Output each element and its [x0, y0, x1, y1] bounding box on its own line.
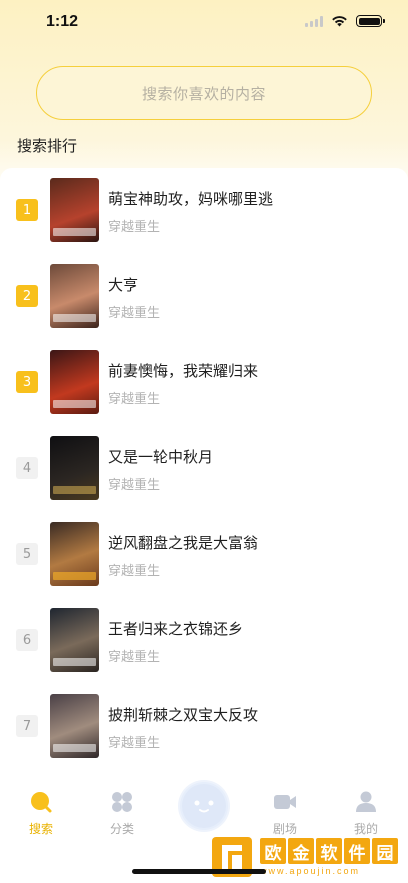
drama-title: 大亨 — [108, 276, 139, 294]
rank-badge: 4 — [16, 457, 38, 479]
drama-cover-image[interactable] — [50, 178, 99, 242]
home-indicator[interactable] — [132, 869, 266, 874]
watermark-chars: 欧 金 软 件 园 — [260, 838, 398, 864]
ranking-item[interactable]: 4 又是一轮中秋月 穿越重生 — [0, 436, 408, 502]
drama-cover-image[interactable] — [50, 522, 99, 586]
ranking-item[interactable]: 2 大亨 穿越重生 — [0, 264, 408, 330]
drama-genre-tag: 穿越重生 — [108, 392, 161, 407]
ranking-item[interactable]: 1 萌宝神助攻，妈咪哪里逃 穿越重生 — [0, 178, 408, 244]
rank-badge: 3 — [16, 371, 38, 393]
status-icons — [305, 15, 385, 27]
center-mascot-button[interactable] — [180, 782, 228, 830]
drama-genre-tag: 穿越重生 — [108, 306, 161, 321]
ranking-list: 1 萌宝神助攻，妈咪哪里逃 穿越重生 2 大亨 穿越重生 3 前妻懊悔，我荣耀归… — [0, 168, 408, 778]
drama-cover-image[interactable] — [50, 694, 99, 758]
user-profile-icon — [354, 790, 378, 814]
watermark-char: 欧 — [260, 838, 286, 864]
drama-cover-image[interactable] — [50, 264, 99, 328]
drama-genre-tag: 穿越重生 — [108, 478, 161, 493]
drama-title: 又是一轮中秋月 — [108, 448, 214, 466]
search-tab-icon — [29, 790, 53, 814]
drama-title: 前妻懊悔，我荣耀归来 — [108, 362, 259, 380]
drama-genre-tag: 穿越重生 — [108, 564, 161, 579]
cellular-signal-icon — [305, 15, 323, 27]
tab-search-label: 搜索 — [28, 822, 53, 836]
drama-title: 逆风翻盘之我是大富翁 — [108, 534, 259, 552]
watermark-text: 欧 金 软 件 园 www.apoujin.com — [260, 838, 398, 876]
search-placeholder: 搜索你喜欢的内容 — [141, 84, 266, 103]
mascot-face-icon — [182, 784, 226, 828]
tab-search[interactable]: 搜索 — [11, 790, 71, 842]
battery-icon — [356, 15, 385, 27]
drama-title: 披荆斩棘之双宝大反攻 — [108, 706, 259, 724]
watermark-char: 软 — [316, 838, 342, 864]
drama-genre-tag: 穿越重生 — [108, 220, 161, 235]
ranking-item[interactable]: 5 逆风翻盘之我是大富翁 穿越重生 — [0, 522, 408, 588]
drama-genre-tag: 穿越重生 — [108, 650, 161, 665]
category-grid-icon — [110, 790, 134, 814]
drama-title: 王者归来之衣锦还乡 — [108, 620, 244, 638]
ranking-item[interactable]: 3 前妻懊悔，我荣耀归来 穿越重生 — [0, 350, 408, 416]
drama-title: 萌宝神助攻，妈咪哪里逃 — [108, 190, 274, 208]
rank-badge: 5 — [16, 543, 38, 565]
rank-badge: 7 — [16, 715, 38, 737]
section-title: 搜索排行 — [17, 137, 78, 155]
ranking-item[interactable]: 6 王者归来之衣锦还乡 穿越重生 — [0, 608, 408, 674]
drama-cover-image[interactable] — [50, 436, 99, 500]
drama-cover-image[interactable] — [50, 608, 99, 672]
status-bar: 1:12 — [0, 0, 408, 44]
rank-badge: 6 — [16, 629, 38, 651]
tab-category-label: 分类 — [109, 822, 134, 836]
watermark-url: www.apoujin.com — [260, 866, 361, 876]
rank-badge: 1 — [16, 199, 38, 221]
search-input[interactable]: 搜索你喜欢的内容 — [36, 66, 372, 120]
rank-badge: 2 — [16, 285, 38, 307]
watermark-char: 件 — [344, 838, 370, 864]
video-camera-icon — [273, 790, 297, 814]
watermark-char: 园 — [372, 838, 398, 864]
watermark-char: 金 — [288, 838, 314, 864]
status-time: 1:12 — [46, 13, 79, 30]
drama-genre-tag: 穿越重生 — [108, 736, 161, 751]
tab-category[interactable]: 分类 — [92, 790, 152, 842]
ranking-item[interactable]: 7 披荆斩棘之双宝大反攻 穿越重生 — [0, 694, 408, 760]
drama-cover-image[interactable] — [50, 350, 99, 414]
wifi-icon — [332, 16, 347, 27]
